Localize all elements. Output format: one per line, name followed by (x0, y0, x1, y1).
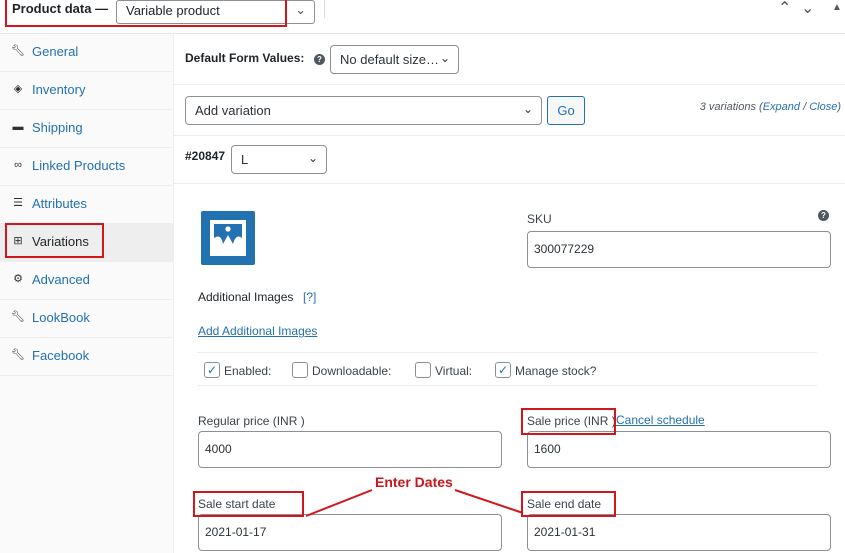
arrow-to-end-date (454, 489, 524, 514)
arrow-to-start-date (305, 489, 373, 517)
annotation-arrows (305, 489, 524, 517)
